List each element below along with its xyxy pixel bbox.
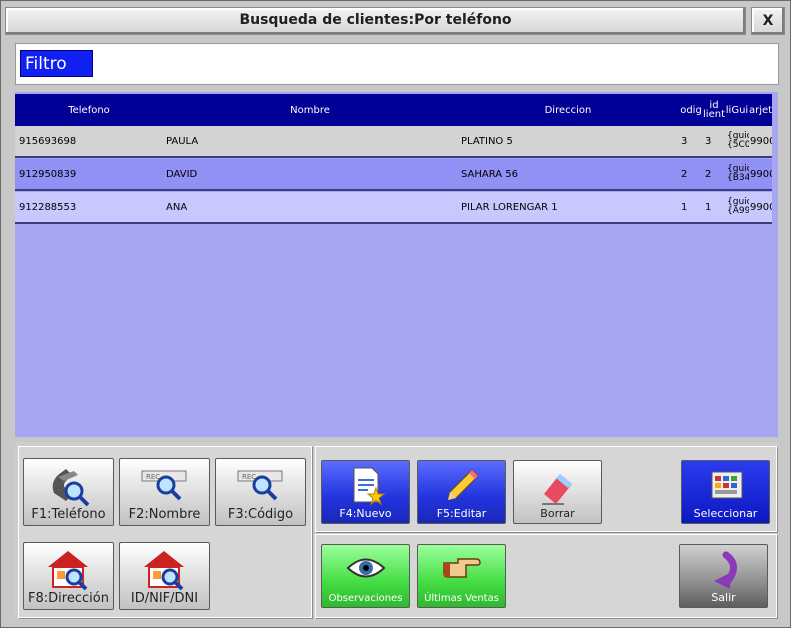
pencil-icon [442, 466, 482, 510]
exit-button[interactable]: Salir [679, 544, 768, 608]
table-row[interactable]: 912950839 DAVID SAHARA 56 2 2 {guic {B34… [15, 159, 772, 191]
search-nombre-button[interactable]: REC F2:Nombre [119, 458, 210, 526]
cell-codigo: 3 [681, 135, 688, 147]
new-button[interactable]: F4:Nuevo [321, 460, 410, 524]
search-codigo-button[interactable]: REC F3:Código [215, 458, 306, 526]
record-magnifier-icon: REC [236, 465, 286, 509]
search-direccion-button[interactable]: F8:Dirección [23, 542, 114, 610]
select-button[interactable]: Seleccionar [681, 460, 770, 524]
cell-direccion: SAHARA 56 [461, 168, 519, 180]
house-magnifier-icon [140, 547, 190, 595]
edit-button[interactable]: F5:Editar [417, 460, 506, 524]
phone-magnifier-icon [44, 463, 94, 511]
new-label: F4:Nuevo [339, 507, 392, 520]
cell-id: 3 [705, 135, 712, 147]
table-row[interactable]: 912288553 ANA PILAR LORENGAR 1 1 1 {guic… [15, 192, 772, 224]
observations-button[interactable]: Observaciones [321, 544, 410, 608]
cell-nombre: PAULA [166, 135, 199, 147]
select-label: Seleccionar [693, 507, 758, 520]
table-row[interactable]: 915693698 PAULA PLATINO 5 3 3 {guic {5C0… [15, 126, 772, 158]
column-header-nombre[interactable]: Nombre [163, 94, 457, 126]
cell-tarjeta: 9900 [750, 168, 772, 180]
exit-arrow-icon [704, 551, 744, 595]
search-telefono-label: F1:Teléfono [31, 507, 106, 522]
cell-nombre: DAVID [166, 168, 198, 180]
bottom-toolbar: F1:Teléfono REC F2:Nombre REC F3:Código … [15, 442, 778, 620]
search-direccion-label: F8:Dirección [28, 591, 109, 606]
delete-button[interactable]: Borrar [513, 460, 602, 524]
column-header-guid[interactable]: liGui [725, 94, 749, 126]
cell-guid: {guic {5C0 [727, 131, 749, 150]
cell-tarjeta: 9900 [750, 201, 772, 213]
search-nombre-label: F2:Nombre [128, 507, 201, 522]
cell-telefono: 912950839 [19, 168, 77, 180]
cell-codigo: 1 [681, 201, 688, 213]
cell-guid: {guic {A99 [727, 197, 749, 216]
cell-codigo: 2 [681, 168, 688, 180]
edit-label: F5:Editar [436, 507, 487, 520]
last-sales-button[interactable]: Últimas Ventas [417, 544, 506, 608]
new-document-icon [346, 466, 386, 510]
table-header: Telefono Nombre Direccion odig id lient … [15, 94, 772, 128]
eraser-icon [538, 466, 578, 510]
select-screen-icon [704, 466, 748, 510]
cell-id: 1 [705, 201, 712, 213]
search-nif-label: ID/NIF/DNI [130, 591, 199, 606]
cell-telefono: 912288553 [19, 201, 77, 213]
exit-label: Salir [711, 591, 736, 604]
cell-id: 2 [705, 168, 712, 180]
column-header-id[interactable]: id lient [703, 94, 725, 126]
cell-tarjeta: 9900 [750, 135, 772, 147]
window-title: Busqueda de clientes:Por teléfono [239, 12, 512, 28]
column-header-codigo[interactable]: odig [679, 94, 703, 126]
cell-direccion: PILAR LORENGAR 1 [461, 201, 558, 213]
search-telefono-button[interactable]: F1:Teléfono [23, 458, 114, 526]
house-magnifier-icon [44, 547, 94, 595]
record-magnifier-icon: REC [140, 465, 190, 509]
filter-bar[interactable]: Filtro [15, 43, 779, 85]
column-header-direccion[interactable]: Direccion [457, 94, 679, 126]
cell-direccion: PLATINO 5 [461, 135, 513, 147]
column-header-tarjeta[interactable]: arjet [749, 94, 772, 126]
cell-nombre: ANA [166, 201, 188, 213]
search-nif-button[interactable]: ID/NIF/DNI [119, 542, 210, 610]
delete-label: Borrar [540, 507, 575, 520]
eye-icon [346, 553, 386, 587]
cell-telefono: 915693698 [19, 135, 77, 147]
pointing-hand-icon [440, 553, 484, 587]
observations-label: Observaciones [328, 593, 403, 604]
title-bar: Busqueda de clientes:Por teléfono [5, 7, 746, 35]
last-sales-label: Últimas Ventas [424, 593, 499, 604]
search-codigo-label: F3:Código [227, 507, 294, 522]
filter-label: Filtro [20, 50, 93, 77]
clients-table[interactable]: Telefono Nombre Direccion odig id lient … [15, 92, 778, 437]
cell-guid: {guic {B34 [727, 164, 749, 183]
close-button[interactable]: X [751, 7, 785, 35]
column-header-telefono[interactable]: Telefono [15, 94, 163, 126]
search-clients-window: Busqueda de clientes:Por teléfono X Filt… [0, 0, 791, 628]
